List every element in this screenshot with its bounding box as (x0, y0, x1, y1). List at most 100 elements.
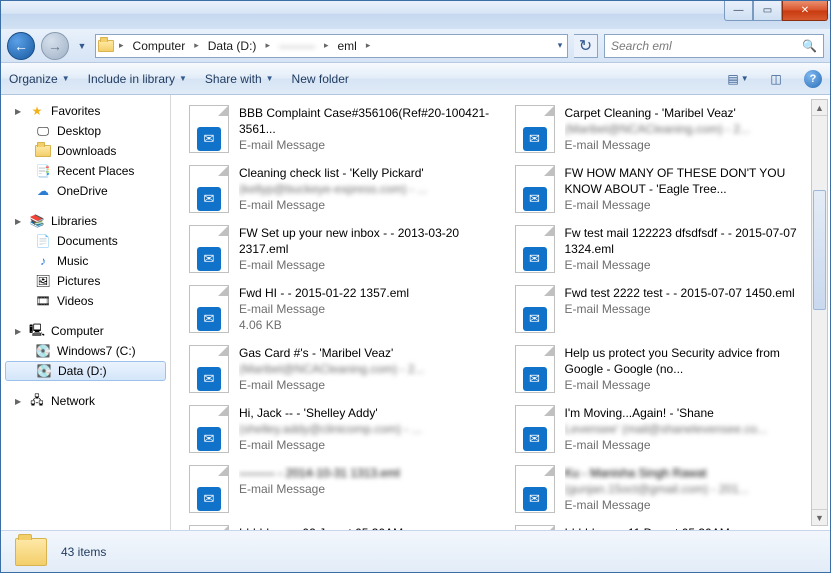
crumb-eml[interactable]: eml (332, 35, 363, 57)
chevron-right-icon[interactable]: ▸ (116, 40, 127, 51)
eml-file-icon (515, 345, 557, 395)
file-item[interactable]: Fwd test 2222 test - - 2015-07-07 1450.e… (509, 281, 827, 339)
scroll-thumb[interactable] (813, 190, 826, 310)
file-name: I'm Moving...Again! - 'Shane (565, 405, 821, 421)
view-options-button[interactable]: ▤▼ (728, 69, 748, 89)
chevron-right-icon[interactable]: ▸ (191, 40, 202, 51)
favorites-group[interactable]: ▶★Favorites (1, 101, 170, 121)
file-name: Fwd test 2222 test - - 2015-07-07 1450.e… (565, 285, 821, 301)
eml-file-icon (189, 105, 231, 155)
file-type: E-mail Message (239, 377, 495, 393)
titlebar[interactable]: — ▭ ✕ (1, 1, 830, 29)
file-sub: (shelley.addy@clinicomp.com) - ... (239, 421, 495, 437)
file-item[interactable]: Cleaning check list - 'Kelly Pickard'(ke… (183, 161, 501, 219)
file-area[interactable]: BBB Complaint Case#356106(Ref#20-100421-… (171, 95, 830, 530)
eml-file-icon (189, 525, 231, 530)
minimize-button[interactable]: — (724, 1, 753, 21)
file-item[interactable]: Fw test mail 122223 dfsdfsdf - - 2015-07… (509, 221, 827, 279)
sidebar-item-music[interactable]: ♪Music (1, 251, 170, 271)
help-button[interactable]: ? (804, 70, 822, 88)
sidebar-item-pictures[interactable]: 🖼Pictures (1, 271, 170, 291)
scroll-up-icon[interactable]: ▲ (812, 100, 827, 116)
address-bar[interactable]: ▸ Computer ▸ Data (D:) ▸ ——— ▸ eml ▸ ▾ (95, 34, 568, 58)
sidebar-item-videos[interactable]: 🎞Videos (1, 291, 170, 311)
crumb-blurred[interactable]: ——— (273, 35, 321, 57)
scroll-down-icon[interactable]: ▼ (812, 509, 827, 525)
search-placeholder: Search eml (611, 39, 672, 53)
sidebar-item-onedrive[interactable]: ☁OneDrive (1, 181, 170, 201)
eml-file-icon (515, 405, 557, 455)
pictures-icon: 🖼 (35, 273, 51, 289)
file-name: Iddddaa on 02 Jan at 05 30AM - - (239, 525, 495, 530)
eml-file-icon (189, 285, 231, 335)
computer-icon: 🖳 (29, 323, 45, 339)
file-name: Fwd HI - - 2015-01-22 1357.eml (239, 285, 495, 301)
file-sub: (kellyp@buckeye-express.com) - ... (239, 181, 495, 197)
file-sub: (gunjan.15oct@gmail.com) - 201... (565, 481, 821, 497)
sidebar-item-documents[interactable]: 📄Documents (1, 231, 170, 251)
file-item[interactable]: Iddddaa on 02 Jan at 05 30AM - - (183, 521, 501, 530)
file-name: FW Set up your new inbox - - 2013-03-20 … (239, 225, 495, 257)
eml-file-icon (189, 345, 231, 395)
crumb-computer[interactable]: Computer (127, 35, 192, 57)
drive-icon: 💽 (36, 363, 52, 379)
item-count: 43 items (61, 545, 106, 559)
file-name: Ku - Manisha Singh Rawat (565, 465, 821, 481)
chevron-right-icon[interactable]: ▸ (321, 40, 332, 51)
eml-file-icon (189, 465, 231, 515)
eml-file-icon (515, 465, 557, 515)
chevron-right-icon[interactable]: ▸ (262, 40, 273, 51)
search-input[interactable]: Search eml 🔍 (604, 34, 824, 58)
file-item[interactable]: Help us protect you Security advice from… (509, 341, 827, 399)
organize-button[interactable]: Organize▼ (9, 72, 70, 86)
eml-file-icon (515, 285, 557, 335)
include-library-button[interactable]: Include in library▼ (88, 72, 187, 86)
file-item[interactable]: FW Set up your new inbox - - 2013-03-20 … (183, 221, 501, 279)
network-icon: 🖧 (29, 393, 45, 409)
file-item[interactable]: Fwd HI - - 2015-01-22 1357.emlE-mail Mes… (183, 281, 501, 339)
file-item[interactable]: BBB Complaint Case#356106(Ref#20-100421-… (183, 101, 501, 159)
eml-file-icon (189, 225, 231, 275)
history-dropdown-icon[interactable]: ▼ (75, 36, 89, 56)
window-controls: — ▭ ✕ (724, 1, 828, 21)
close-button[interactable]: ✕ (782, 1, 828, 21)
network-group[interactable]: ▶🖧Network (1, 391, 170, 411)
file-sub: (Maribel@NCACleaning.com) - 2... (565, 121, 821, 137)
file-item[interactable]: Carpet Cleaning - 'Maribel Veaz'(Maribel… (509, 101, 827, 159)
forward-button[interactable]: → (41, 32, 69, 60)
refresh-button[interactable]: ↻ (574, 34, 598, 58)
file-type: E-mail Message (565, 377, 821, 393)
documents-icon: 📄 (35, 233, 51, 249)
file-item[interactable]: Hi, Jack -- - 'Shelley Addy'(shelley.add… (183, 401, 501, 459)
share-with-button[interactable]: Share with▼ (205, 72, 274, 86)
computer-group[interactable]: ▶🖳Computer (1, 321, 170, 341)
file-item[interactable]: FW HOW MANY OF THESE DON'T YOU KNOW ABOU… (509, 161, 827, 219)
file-item[interactable]: Ku - Manisha Singh Rawat(gunjan.15oct@gm… (509, 461, 827, 519)
crumb-drive[interactable]: Data (D:) (202, 35, 263, 57)
preview-pane-button[interactable]: ◫ (766, 69, 786, 89)
file-type: E-mail Message (239, 301, 495, 317)
sidebar-item-c-drive[interactable]: 💽Windows7 (C:) (1, 341, 170, 361)
eml-file-icon (515, 105, 557, 155)
libraries-group[interactable]: ▶📚Libraries (1, 211, 170, 231)
new-folder-button[interactable]: New folder (292, 72, 349, 86)
sidebar: ▶★Favorites 🖵Desktop Downloads 📑Recent P… (1, 95, 171, 530)
file-item[interactable]: Gas Card #'s - 'Maribel Veaz'(Maribel@NC… (183, 341, 501, 399)
file-item[interactable]: I'm Moving...Again! - 'ShaneLevensee' (m… (509, 401, 827, 459)
chevron-right-icon[interactable]: ▸ (363, 40, 374, 51)
address-dropdown-icon[interactable]: ▾ (553, 36, 567, 56)
sidebar-item-desktop[interactable]: 🖵Desktop (1, 121, 170, 141)
sidebar-item-d-drive[interactable]: 💽Data (D:) (5, 361, 166, 381)
scrollbar[interactable]: ▲ ▼ (811, 99, 828, 526)
file-name: BBB Complaint Case#356106(Ref#20-100421-… (239, 105, 495, 137)
file-type: E-mail Message (565, 137, 821, 153)
sidebar-item-recent[interactable]: 📑Recent Places (1, 161, 170, 181)
file-item[interactable]: Iddddaa on 11 Dec at 05 30AM - - (509, 521, 827, 530)
sidebar-item-downloads[interactable]: Downloads (1, 141, 170, 161)
chevron-down-icon: ▼ (179, 74, 187, 83)
body: ▶★Favorites 🖵Desktop Downloads 📑Recent P… (1, 95, 830, 530)
back-button[interactable]: ← (7, 32, 35, 60)
file-item[interactable]: ——— - 2014-10-31 1313.emlE-mail Message (183, 461, 501, 519)
file-type: E-mail Message (239, 481, 495, 497)
maximize-button[interactable]: ▭ (753, 1, 782, 21)
